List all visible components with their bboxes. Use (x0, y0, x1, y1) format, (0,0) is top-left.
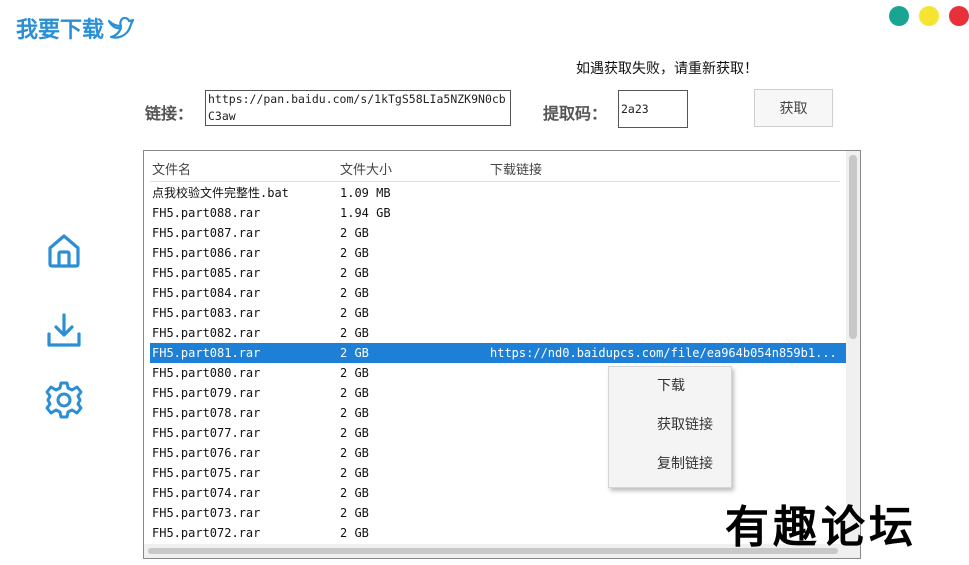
download-icon[interactable] (44, 310, 84, 350)
menu-item-copy-link[interactable]: 复制链接 (609, 445, 731, 483)
file-name-cell: FH5.part075.rar (152, 466, 261, 480)
file-name-cell: FH5.part077.rar (152, 426, 261, 440)
bird-logo-icon (107, 16, 135, 39)
file-name-cell: FH5.part073.rar (152, 506, 261, 520)
retry-hint: 如遇获取失败，请重新获取！ (576, 61, 758, 77)
file-name-cell: FH5.part088.rar (152, 206, 261, 220)
file-name-cell: FH5.part087.rar (152, 226, 261, 240)
table-row[interactable]: FH5.part083.rar 2 GB (150, 303, 848, 323)
table-row[interactable]: FH5.part088.rar 1.94 GB (150, 203, 848, 223)
column-header-name[interactable]: 文件名 (152, 159, 191, 178)
list-header: 文件名 文件大小 下载链接 (144, 151, 844, 181)
file-size-cell: 2 GB (340, 286, 369, 300)
download-link-cell: https://nd0.baidupcs.com/file/ea964b054n… (490, 346, 837, 360)
file-name-cell: FH5.part080.rar (152, 366, 261, 380)
minimize-dot[interactable] (889, 6, 909, 26)
file-name-cell: FH5.part078.rar (152, 406, 261, 420)
file-size-cell: 2 GB (340, 526, 369, 540)
table-row[interactable]: FH5.part080.rar 2 GB (150, 363, 848, 383)
file-name-cell: FH5.part081.rar (152, 346, 261, 360)
file-list: 文件名 文件大小 下载链接 点我校验文件完整性.bat 1.09 MB FH5.pa… (143, 150, 861, 559)
table-row[interactable]: FH5.part087.rar 2 GB (150, 223, 848, 243)
home-icon[interactable] (44, 230, 84, 270)
app-title-text: 我要下载 (16, 18, 105, 43)
gear-icon[interactable] (44, 380, 84, 420)
file-name-cell: FH5.part084.rar (152, 286, 261, 300)
file-name-cell: FH5.part082.rar (152, 326, 261, 340)
fetch-button[interactable]: 获取 (754, 89, 833, 127)
code-input[interactable]: 2a23 (618, 90, 688, 128)
menu-item-get-link[interactable]: 获取链接 (609, 406, 731, 444)
table-row[interactable]: FH5.part084.rar 2 GB (150, 283, 848, 303)
file-name-cell: FH5.part085.rar (152, 266, 261, 280)
vertical-scrollbar[interactable] (846, 151, 860, 558)
file-size-cell: 2 GB (340, 306, 369, 320)
file-size-cell: 1.09 MB (340, 186, 391, 200)
table-row[interactable]: FH5.part075.rar 2 GB (150, 463, 848, 483)
file-size-cell: 2 GB (340, 506, 369, 520)
app-title: 我要下载 (16, 12, 135, 44)
table-row[interactable]: FH5.part085.rar 2 GB (150, 263, 848, 283)
table-row[interactable]: FH5.part079.rar 2 GB (150, 383, 848, 403)
file-size-cell: 2 GB (340, 266, 369, 280)
file-name-cell: 点我校验文件完整性.bat (152, 186, 289, 200)
file-name-cell: FH5.part074.rar (152, 486, 261, 500)
link-label: 链接： (145, 104, 194, 123)
table-row-selected[interactable]: FH5.part081.rar 2 GB https://nd0.baidupcs.… (150, 343, 848, 363)
file-size-cell: 1.94 GB (340, 206, 391, 220)
file-name-cell: FH5.part072.rar (152, 526, 261, 540)
file-size-cell: 2 GB (340, 366, 369, 380)
close-dot[interactable] (949, 6, 969, 26)
file-size-cell: 2 GB (340, 346, 369, 360)
file-size-cell: 2 GB (340, 326, 369, 340)
link-input[interactable]: https://pan.baidu.com/s/1kTgS58LIa5NZK9N… (205, 90, 511, 126)
menu-item-download[interactable]: 下载 (609, 367, 731, 405)
table-row[interactable]: FH5.part086.rar 2 GB (150, 243, 848, 263)
file-size-cell: 2 GB (340, 226, 369, 240)
table-row[interactable]: FH5.part076.rar 2 GB (150, 443, 848, 463)
table-row[interactable]: 点我校验文件完整性.bat 1.09 MB (150, 183, 848, 203)
file-size-cell: 2 GB (340, 246, 369, 260)
window-controls (889, 6, 969, 26)
file-size-cell: 2 GB (340, 426, 369, 440)
file-size-cell: 2 GB (340, 446, 369, 460)
maximize-dot[interactable] (919, 6, 939, 26)
table-row[interactable]: FH5.part077.rar 2 GB (150, 423, 848, 443)
file-name-cell: FH5.part079.rar (152, 386, 261, 400)
code-label: 提取码： (543, 104, 608, 123)
table-row[interactable]: FH5.part078.rar 2 GB (150, 403, 848, 423)
header-divider (150, 181, 840, 182)
file-name-cell: FH5.part086.rar (152, 246, 261, 260)
context-menu: 下载 获取链接 复制链接 (608, 366, 732, 488)
file-size-cell: 2 GB (340, 466, 369, 480)
column-header-link[interactable]: 下载链接 (490, 159, 542, 178)
file-size-cell: 2 GB (340, 406, 369, 420)
file-rows: 点我校验文件完整性.bat 1.09 MB FH5.part088.rar 1.94 … (150, 183, 848, 543)
file-size-cell: 2 GB (340, 486, 369, 500)
column-header-size[interactable]: 文件大小 (340, 159, 392, 178)
vertical-scroll-thumb[interactable] (849, 155, 857, 339)
file-name-cell: FH5.part076.rar (152, 446, 261, 460)
watermark: 有趣论坛 (725, 502, 917, 553)
file-name-cell: FH5.part083.rar (152, 306, 261, 320)
table-row[interactable]: FH5.part082.rar 2 GB (150, 323, 848, 343)
file-size-cell: 2 GB (340, 386, 369, 400)
